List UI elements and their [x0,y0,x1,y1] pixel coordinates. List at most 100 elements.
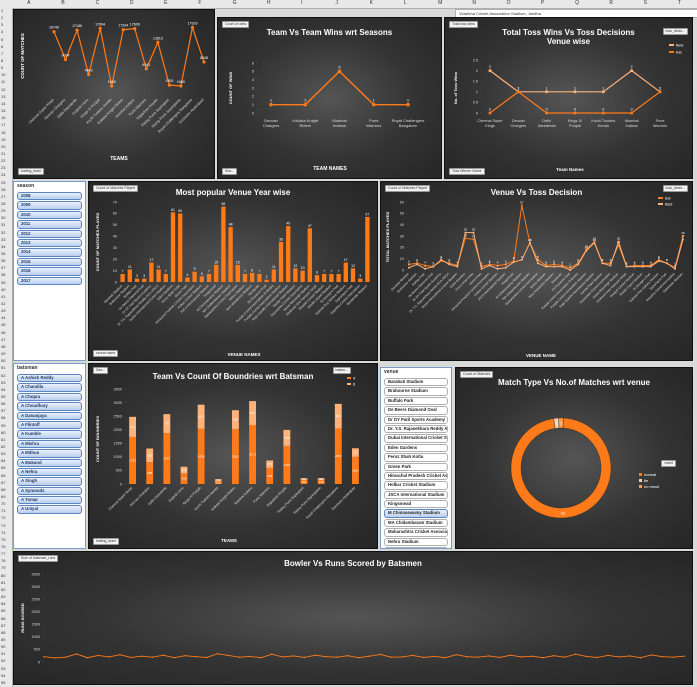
slicer-item[interactable]: A Symonds [17,486,82,496]
row-header[interactable]: 69 [1,494,5,499]
row-header[interactable]: 32 [1,230,5,235]
row-header[interactable]: 23 [1,165,5,170]
row-header[interactable]: 91 [1,651,5,656]
slicer-item[interactable]: Nehru Stadium [384,537,448,547]
row-header[interactable]: 16 [1,115,5,120]
row-header[interactable]: 55 [1,394,5,399]
row-header[interactable]: 11 [1,79,5,84]
row-header[interactable]: 13 [1,94,5,99]
row-header[interactable]: 82 [1,587,5,592]
row-header[interactable]: 51 [1,365,5,370]
slicer-item[interactable]: Maharashtra Cricket Association [384,528,448,537]
row-header[interactable]: 7 [1,51,3,56]
row-header[interactable]: 41 [1,294,5,299]
row-header[interactable]: 76 [1,544,5,549]
row-header[interactable]: 58 [1,415,5,420]
slicer-item[interactable]: A Chopra [17,392,82,402]
row-header[interactable]: 75 [1,537,5,542]
row-header[interactable]: 47 [1,337,5,342]
row-header[interactable]: 34 [1,244,5,249]
row-header[interactable]: 46 [1,330,5,335]
slicer-item[interactable]: 2009 [17,201,82,210]
row-header[interactable]: 67 [1,480,5,485]
slicer-item[interactable]: A Tomar [17,496,82,505]
row-header[interactable]: 15 [1,108,5,113]
season-filter[interactable]: Sea... [222,168,238,175]
row-header[interactable]: 53 [1,380,5,385]
column-header[interactable]: H [267,0,271,6]
column-header[interactable]: C [96,0,100,6]
row-header[interactable]: 74 [1,530,5,535]
slicer-item[interactable]: Himachal Pradesh Cricket Association [384,471,448,481]
slicer-item[interactable]: Kingsmead [384,500,448,509]
boundries-team-filter[interactable]: batting_team [93,538,120,545]
column-header[interactable]: I [301,0,302,6]
column-header[interactable]: R [609,0,613,6]
row-header[interactable]: 57 [1,408,5,413]
row-header[interactable]: 81 [1,580,5,585]
row-header[interactable]: 5 [1,37,3,42]
column-header[interactable]: A [27,0,30,6]
row-header[interactable]: 62 [1,444,5,449]
row-header[interactable]: 38 [1,272,5,277]
slicer-item[interactable]: Buffalo Park [384,396,448,406]
row-header[interactable]: 28 [1,201,5,206]
slicer-item[interactable]: Feroz Shah Kotla [384,453,448,462]
row-header[interactable]: 56 [1,401,5,406]
row-header[interactable]: 93 [1,666,5,671]
row-header[interactable]: 21 [1,151,5,156]
row-header[interactable]: 48 [1,344,5,349]
slicer-item[interactable]: A Dananjaya [17,411,82,420]
row-header[interactable]: 90 [1,644,5,649]
row-header[interactable]: 9 [1,65,3,70]
slicer-item[interactable]: MA Chidambaram Stadium [384,518,448,528]
row-header[interactable]: 84 [1,601,5,606]
slicer-item[interactable]: Green Park [384,462,448,471]
slicer-item[interactable]: A Singh [17,477,82,486]
row-header[interactable]: 26 [1,187,5,192]
slicer-item[interactable]: 2008 [17,192,82,201]
row-header[interactable]: 2 [1,15,3,20]
row-header[interactable]: 54 [1,387,5,392]
row-header[interactable]: 18 [1,130,5,135]
row-header[interactable]: 33 [1,237,5,242]
row-header[interactable]: 66 [1,473,5,478]
slicer-item[interactable]: A Kumble [17,430,82,439]
batting-team-filter[interactable]: batting_team [18,168,45,175]
row-header[interactable]: 19 [1,137,5,142]
row-header[interactable]: 88 [1,630,5,635]
row-header[interactable]: 63 [1,451,5,456]
row-header[interactable]: 43 [1,308,5,313]
slicer-item[interactable]: Barabati Stadium [384,378,448,387]
row-header[interactable]: 85 [1,608,5,613]
slicer-item[interactable]: JSCA International Stadium [384,490,448,500]
row-header[interactable]: 86 [1,616,5,621]
column-header[interactable]: O [507,0,511,6]
row-header[interactable]: 45 [1,322,5,327]
row-header[interactable]: 29 [1,208,5,213]
row-header[interactable]: 77 [1,551,5,556]
row-header[interactable]: 60 [1,430,5,435]
slicer-item[interactable]: Dr DY Patil Sports Academy [384,415,448,424]
toss-winner-filter[interactable]: Toss Winner Name [449,168,485,175]
row-header[interactable]: 6 [1,44,3,49]
row-header[interactable]: 65 [1,465,5,470]
column-header[interactable]: J [335,0,338,6]
row-header[interactable]: 35 [1,251,5,256]
slicer-item[interactable]: New Wanderers Stadium [384,547,448,548]
row-header[interactable]: 4 [1,29,3,34]
slicer-item[interactable]: A Mithun [17,449,82,458]
slicer-item[interactable]: A Choudhary [17,402,82,411]
row-header[interactable]: 49 [1,351,5,356]
slicer-item[interactable]: 2017 [17,276,82,285]
column-header[interactable]: K [370,0,373,6]
column-header[interactable]: B [61,0,64,6]
row-header[interactable]: 37 [1,265,5,270]
slicer-item[interactable]: A Mukund [17,458,82,467]
row-header[interactable]: 92 [1,658,5,663]
row-header[interactable]: 42 [1,301,5,306]
column-header[interactable]: L [404,0,407,6]
slicer-item[interactable]: Eden Gardens [384,443,448,453]
slicer-item[interactable]: A Ashish Reddy [17,374,82,383]
row-header[interactable]: 17 [1,122,5,127]
